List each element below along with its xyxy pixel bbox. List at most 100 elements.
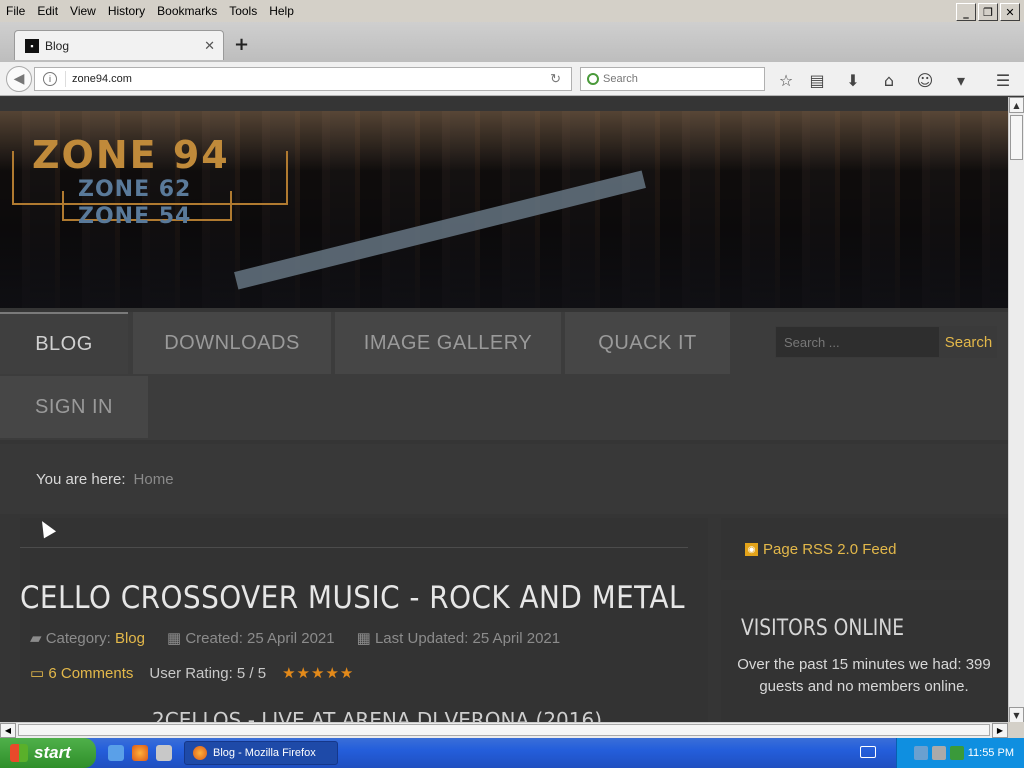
taskbar-window-title: Blog - Mozilla Firefox xyxy=(213,747,316,759)
scroll-up-arrow-icon[interactable]: ▲ xyxy=(1009,97,1024,113)
vertical-scrollbar[interactable]: ▲ ▼ xyxy=(1008,97,1024,723)
category-meta: ▰ Category: Blog xyxy=(30,629,145,647)
back-arrow-icon: ◀ xyxy=(13,71,25,87)
nav-downloads[interactable]: DOWNLOADS xyxy=(133,312,331,374)
site-favicon-icon: ▪ xyxy=(25,38,39,53)
rating-stars[interactable]: ★★★★★ xyxy=(282,664,354,682)
breadcrumb: You are here: Home xyxy=(0,444,1008,514)
downloads-icon[interactable]: ⬇ xyxy=(843,70,863,90)
tab-bar: ▪ Blog ✕ + xyxy=(0,22,1024,62)
menu-bar: File Edit View History Bookmarks Tools H… xyxy=(0,0,1024,22)
tab-blog[interactable]: ▪ Blog ✕ xyxy=(14,30,224,60)
menu-bookmarks[interactable]: Bookmarks xyxy=(151,4,223,18)
article-divider xyxy=(20,547,688,548)
horizontal-scrollbar[interactable]: ◀ ▶ xyxy=(0,722,1008,738)
scroll-right-arrow-icon[interactable]: ▶ xyxy=(992,723,1008,738)
reload-icon[interactable]: ↻ xyxy=(550,71,561,87)
url-text[interactable]: zone94.com xyxy=(72,73,132,85)
nav-sign-in[interactable]: SIGN IN xyxy=(0,376,148,438)
close-window-button[interactable]: ✕ xyxy=(1000,3,1020,21)
network-icon[interactable] xyxy=(913,746,928,760)
rss-feed-link[interactable]: Page RSS 2.0 Feed xyxy=(763,541,896,558)
article-subtitle: 2CELLOS - LIVE AT ARENA DI VERONA (2016) xyxy=(152,708,603,723)
tab-close-icon[interactable]: ✕ xyxy=(204,38,215,54)
article: CELLO CROSSOVER MUSIC - ROCK AND METAL ▰… xyxy=(20,518,708,723)
article-meta: ▰ Category: Blog ▦ Created: 25 April 202… xyxy=(30,629,560,647)
menu-view[interactable]: View xyxy=(64,4,102,18)
taskbar-firefox-window[interactable]: Blog - Mozilla Firefox xyxy=(184,741,338,765)
scroll-down-arrow-icon[interactable]: ▼ xyxy=(1009,707,1024,723)
pocket-icon[interactable]: ▾ xyxy=(951,70,971,90)
comments-count[interactable]: 6 Comments xyxy=(48,665,133,682)
maximize-button[interactable]: ❐ xyxy=(978,3,998,21)
menu-help[interactable]: Help xyxy=(263,4,300,18)
url-bar[interactable]: i zone94.com ↻ xyxy=(34,67,572,91)
home-icon[interactable]: ⌂ xyxy=(879,70,899,90)
site-search-button[interactable]: Search xyxy=(940,326,997,358)
site-logo-sub2: ZONE 54 xyxy=(78,204,192,229)
user-rating: User Rating: 5 / 5 xyxy=(149,664,267,682)
bookmark-star-icon[interactable]: ☆ xyxy=(776,70,796,90)
horizontal-scroll-thumb[interactable] xyxy=(18,724,990,736)
article-title[interactable]: CELLO CROSSOVER MUSIC - ROCK AND METAL xyxy=(20,580,685,616)
comment-icon: ▭ xyxy=(30,665,45,682)
menu-edit[interactable]: Edit xyxy=(31,4,64,18)
category-link[interactable]: Blog xyxy=(115,630,145,647)
article-meta-secondary: ▭ 6 Comments User Rating: 5 / 5 ★★★★★ xyxy=(30,664,354,683)
start-label: start xyxy=(34,743,71,762)
visitors-title: VISITORS ONLINE xyxy=(741,616,905,641)
folder-icon: ▰ xyxy=(30,630,42,647)
visitors-module: VISITORS ONLINE Over the past 15 minutes… xyxy=(721,590,1008,723)
created-meta: ▦ Created: 25 April 2021 xyxy=(167,629,335,647)
scrollbar-corner xyxy=(1008,722,1024,738)
minimize-button[interactable]: _ xyxy=(956,3,976,21)
hello-chat-icon[interactable]: ☺ xyxy=(915,70,935,90)
comments-link[interactable]: ▭ 6 Comments xyxy=(30,664,133,682)
nav-blog[interactable]: BLOG xyxy=(0,312,128,374)
site-logo-sub1: ZONE 62 xyxy=(78,177,192,202)
new-tab-button[interactable]: + xyxy=(234,34,249,55)
reading-list-icon[interactable]: ▤ xyxy=(807,70,827,90)
url-separator xyxy=(65,71,66,87)
breadcrumb-home-link[interactable]: Home xyxy=(134,471,174,488)
site-navigation: BLOG DOWNLOADS IMAGE GALLERY QUACK IT SI… xyxy=(0,312,1008,440)
rss-module: ◉ Page RSS 2.0 Feed xyxy=(721,518,1008,580)
show-desktop-icon[interactable] xyxy=(108,745,124,761)
menu-tools[interactable]: Tools xyxy=(223,4,263,18)
system-tray: 11:55 PM xyxy=(896,738,1024,768)
rss-icon: ◉ xyxy=(745,542,758,556)
keyboard-icon[interactable] xyxy=(860,746,876,758)
firefox-icon xyxy=(193,746,207,760)
browser-search-input[interactable]: Search xyxy=(580,67,765,91)
tab-title: Blog xyxy=(45,38,70,53)
start-button[interactable]: start xyxy=(0,738,96,768)
updated-date: Last Updated: 25 April 2021 xyxy=(374,630,561,647)
search-engine-icon[interactable] xyxy=(587,73,599,85)
browser-search-placeholder: Search xyxy=(603,73,638,85)
menu-file[interactable]: File xyxy=(0,4,31,18)
web-page: ZONE 94 ZONE 62 ZONE 54 BLOG DOWNLOADS I… xyxy=(0,97,1008,723)
media-quicklaunch-icon[interactable] xyxy=(156,745,172,761)
category-label: Category: xyxy=(45,630,111,647)
firefox-quicklaunch-icon[interactable] xyxy=(132,745,148,761)
site-logo-main[interactable]: ZONE 94 xyxy=(32,133,230,177)
calendar-icon: ▦ xyxy=(166,630,182,647)
vertical-scroll-thumb[interactable] xyxy=(1010,115,1023,160)
scroll-left-arrow-icon[interactable]: ◀ xyxy=(0,723,16,738)
window-controls: _ ❐ ✕ xyxy=(956,3,1020,21)
created-date: Created: 25 April 2021 xyxy=(185,630,335,647)
site-search-input[interactable]: Search ... xyxy=(775,326,940,358)
nav-image-gallery[interactable]: IMAGE GALLERY xyxy=(335,312,561,374)
header-banner-image: ZONE 94 ZONE 62 ZONE 54 xyxy=(0,111,1008,308)
taskbar: start Blog - Mozilla Firefox 11:55 PM xyxy=(0,738,1024,768)
site-info-icon[interactable]: i xyxy=(43,72,57,86)
back-button[interactable]: ◀ xyxy=(6,66,32,92)
clock[interactable]: 11:55 PM xyxy=(968,747,1014,759)
volume-icon[interactable] xyxy=(931,746,946,760)
security-icon[interactable] xyxy=(949,746,964,760)
visitors-text: Over the past 15 minutes we had: 399 gue… xyxy=(737,656,991,695)
menu-history[interactable]: History xyxy=(102,4,151,18)
nav-quack-it[interactable]: QUACK IT xyxy=(565,312,730,374)
hamburger-menu-icon[interactable]: ☰ xyxy=(993,70,1013,90)
navigation-toolbar: ◀ i zone94.com ↻ Search ☆ ▤ ⬇ ⌂ ☺ ▾ ☰ xyxy=(0,62,1024,96)
